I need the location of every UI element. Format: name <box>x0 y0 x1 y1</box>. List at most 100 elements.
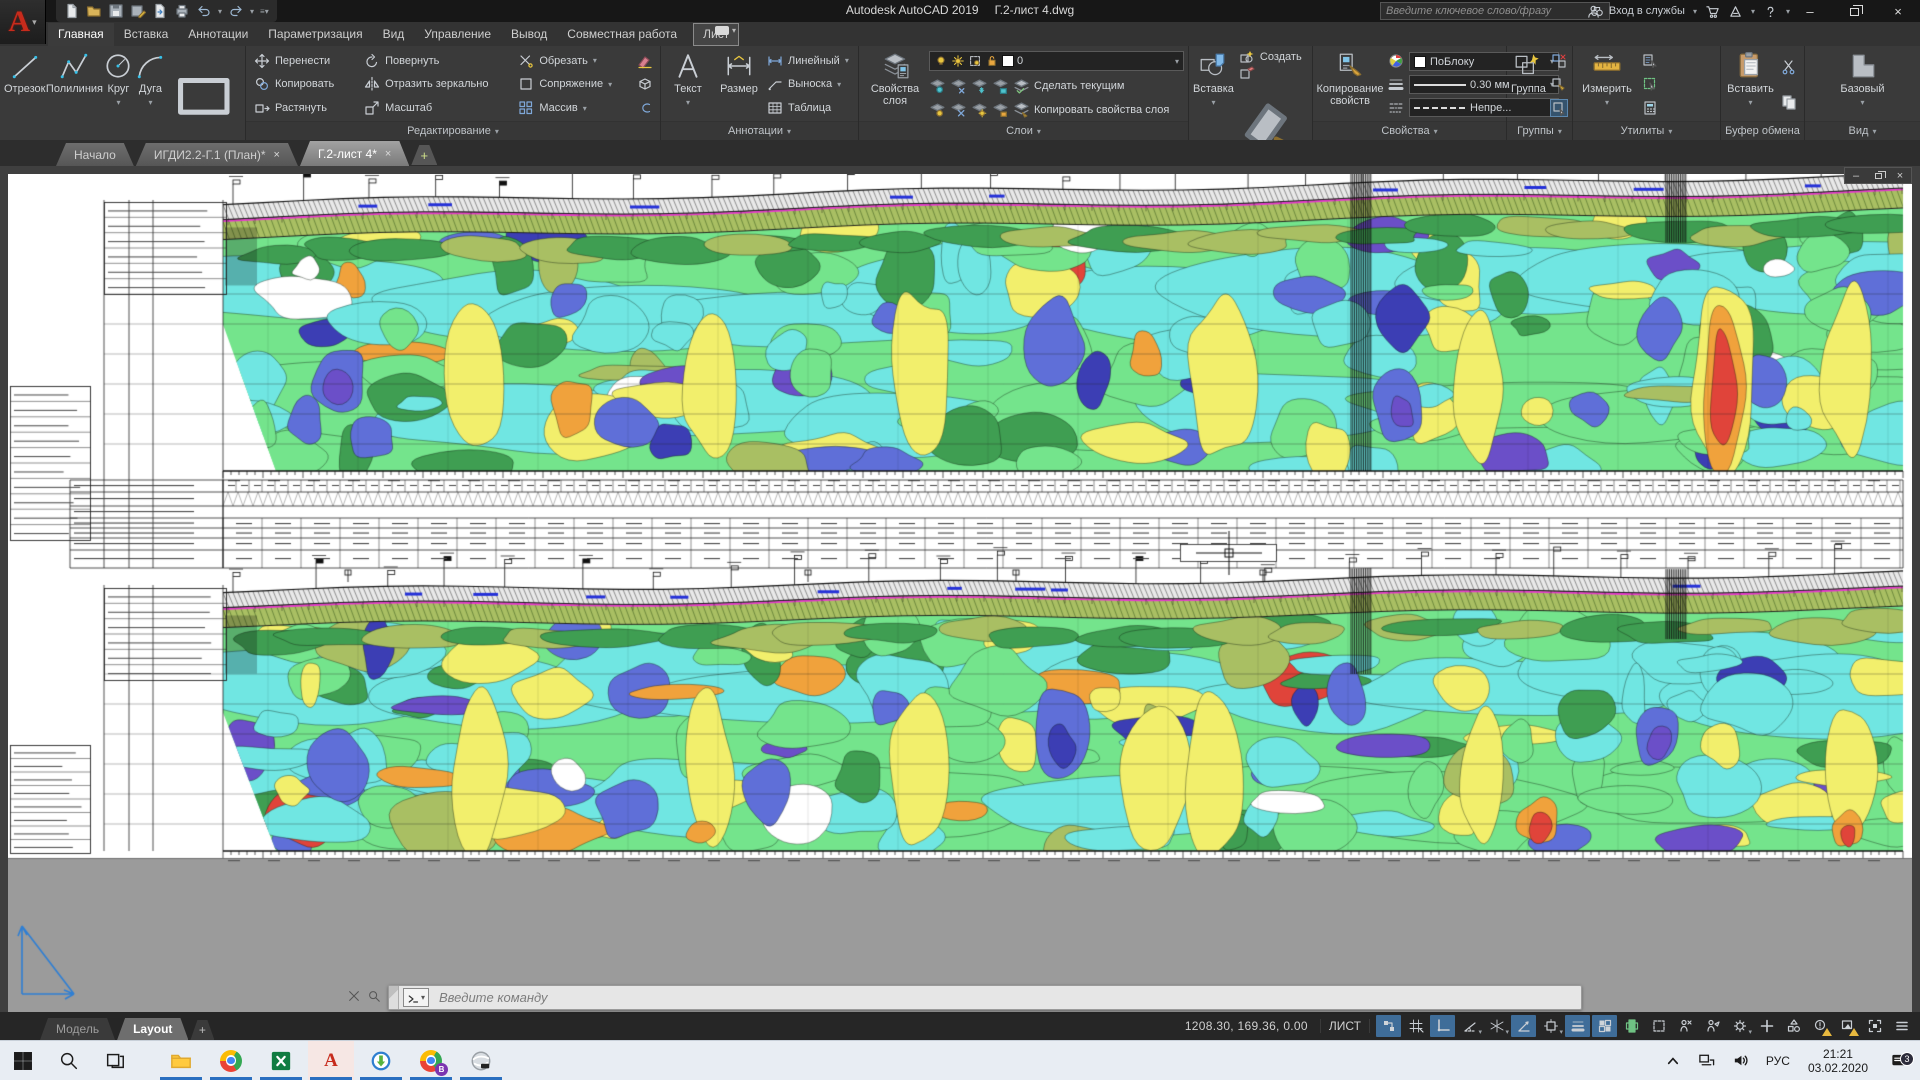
leader-button[interactable]: Выноска▾ <box>767 76 849 92</box>
start-button[interactable] <box>0 1041 46 1080</box>
status-toggle[interactable] <box>1592 1015 1617 1037</box>
panel-label-annotation[interactable]: Аннотации▾ <box>661 121 858 140</box>
explode-icon[interactable] <box>637 76 653 92</box>
file-tab[interactable]: Начало <box>56 143 134 166</box>
status-toggle[interactable] <box>1700 1015 1725 1037</box>
cut-icon[interactable] <box>1781 59 1797 75</box>
close-tab-icon[interactable]: × <box>274 149 280 161</box>
file-tab[interactable]: Г.2-лист 4* × <box>300 141 409 166</box>
new-layout-button[interactable]: + <box>190 1020 214 1040</box>
google-earth-button[interactable] <box>458 1041 504 1080</box>
ribbon-tab[interactable]: Параметризация <box>258 23 372 46</box>
autocad-taskbar-button[interactable]: A <box>308 1041 354 1080</box>
layer-thaw-all-icon[interactable] <box>971 101 988 118</box>
ungroup-icon[interactable] <box>1551 53 1567 69</box>
group-edit-icon[interactable] <box>1551 76 1567 92</box>
minimize-button[interactable]: – <box>1788 0 1832 22</box>
doc-restore-button[interactable] <box>1867 168 1889 183</box>
file-tab[interactable]: ИГДИ2.2-Г.1 (План)* × <box>136 143 298 166</box>
group-button[interactable]: Группа <box>1511 49 1546 120</box>
panel-label-layers[interactable]: Слои▾ <box>859 121 1188 140</box>
mirror-button[interactable]: Отразить зеркально <box>364 76 508 92</box>
notification-center-button[interactable]: 3 <box>1880 1052 1916 1069</box>
save-as-button[interactable] <box>130 3 146 19</box>
panel-label-groups[interactable]: Группы▾ <box>1507 121 1572 140</box>
redo-button[interactable] <box>228 3 244 19</box>
status-toggle[interactable] <box>1808 1015 1833 1037</box>
status-toggle[interactable] <box>1619 1015 1644 1037</box>
status-toggle[interactable] <box>1835 1015 1860 1037</box>
lineweight-list-icon[interactable] <box>1388 76 1404 92</box>
status-toggle[interactable] <box>1781 1015 1806 1037</box>
layer-unisolate-icon[interactable] <box>950 101 967 118</box>
ribbon-tab[interactable]: Главная <box>48 23 114 46</box>
close-button[interactable]: × <box>1876 0 1920 22</box>
overkill-icon[interactable] <box>637 100 653 116</box>
help-search-input[interactable]: Введите ключевое слово/фразу <box>1380 2 1610 20</box>
chrome-profile-button[interactable]: B <box>408 1041 454 1080</box>
ribbon-tab[interactable]: Аннотации <box>178 23 258 46</box>
linetype-list-icon[interactable] <box>1388 100 1404 116</box>
status-toggle[interactable] <box>1754 1015 1779 1037</box>
network-button[interactable] <box>1692 1052 1722 1069</box>
measure-button[interactable]: Измерить▾ <box>1577 49 1637 120</box>
status-toggle[interactable] <box>1673 1015 1698 1037</box>
copy-button[interactable]: Копировать <box>254 76 354 92</box>
layer-select[interactable]: 0 ▾ <box>929 51 1184 71</box>
sync-app-button[interactable] <box>358 1041 404 1080</box>
taskbar-search-button[interactable] <box>46 1041 92 1080</box>
group-select-toggle-icon[interactable] <box>1551 100 1567 116</box>
application-menu-button[interactable]: A▾ <box>0 0 46 44</box>
restore-button[interactable] <box>1832 0 1876 22</box>
model-tab[interactable]: Модель <box>40 1018 115 1040</box>
close-tab-icon[interactable]: × <box>385 148 391 160</box>
plot-preview-button[interactable] <box>152 3 168 19</box>
status-toggle[interactable]: ▾ <box>1484 1015 1509 1037</box>
status-toggle[interactable] <box>1889 1015 1914 1037</box>
command-line-grip[interactable] <box>389 986 399 1009</box>
new-drawing-tab-button[interactable]: + <box>411 145 437 165</box>
quick-select-icon[interactable] <box>1642 53 1658 69</box>
stretch-button[interactable]: Растянуть <box>254 100 354 116</box>
status-toggle[interactable] <box>1862 1015 1887 1037</box>
table-button[interactable]: Таблица <box>767 100 849 116</box>
match-properties-button[interactable]: Копирование свойств <box>1317 49 1383 120</box>
status-toggle[interactable]: ▾ <box>1727 1015 1752 1037</box>
layer-lock-icon[interactable] <box>992 78 1009 95</box>
layer-freeze-icon[interactable] <box>971 78 988 95</box>
command-line[interactable]: ▾ Введите команду <box>388 985 1582 1010</box>
open-file-button[interactable] <box>86 3 102 19</box>
help-icon[interactable] <box>1763 4 1778 19</box>
new-file-button[interactable] <box>64 3 80 19</box>
layout-viewport[interactable] <box>8 174 1912 1012</box>
linear-dim-button[interactable]: Линейный▾ <box>767 53 849 69</box>
command-input[interactable]: Введите команду <box>439 990 548 1005</box>
status-toggle[interactable] <box>1430 1015 1455 1037</box>
a360-icon[interactable] <box>1728 4 1743 19</box>
layer-unlock2-icon[interactable] <box>992 101 1009 118</box>
array-button[interactable]: Массив▾ <box>518 100 632 116</box>
command-search-icon[interactable] <box>367 989 381 1003</box>
tray-expand-button[interactable] <box>1658 1052 1688 1069</box>
layer-off-icon[interactable] <box>929 78 946 95</box>
scale-button[interactable]: Масштаб <box>364 100 508 116</box>
chrome-button[interactable] <box>208 1041 254 1080</box>
status-toggle[interactable] <box>1403 1015 1428 1037</box>
ribbon-display-toggle[interactable]: ▾ <box>715 26 736 40</box>
base-view-button[interactable]: Базовый▾ <box>1834 49 1892 120</box>
create-block-button[interactable]: Создать <box>1239 49 1302 65</box>
status-toggle[interactable] <box>1511 1015 1536 1037</box>
dimension-button[interactable]: Размер <box>713 49 765 120</box>
save-button[interactable] <box>108 3 124 19</box>
ribbon-tab[interactable]: Совместная работа <box>557 23 687 46</box>
erase-icon[interactable] <box>637 53 653 69</box>
layer-on2-icon[interactable] <box>929 101 946 118</box>
panel-label-clipboard[interactable]: Буфер обмена <box>1721 121 1804 140</box>
ribbon-tab[interactable]: Вид <box>373 23 415 46</box>
undo-button[interactable] <box>196 3 212 19</box>
ribbon-tab[interactable]: Управление <box>414 23 501 46</box>
clock[interactable]: 21:21 03.02.2020 <box>1800 1047 1876 1075</box>
ribbon-tab[interactable]: Вывод <box>501 23 557 46</box>
space-indicator[interactable]: ЛИСТ <box>1320 1019 1370 1033</box>
edit-attribute-icon[interactable] <box>1239 65 1255 81</box>
